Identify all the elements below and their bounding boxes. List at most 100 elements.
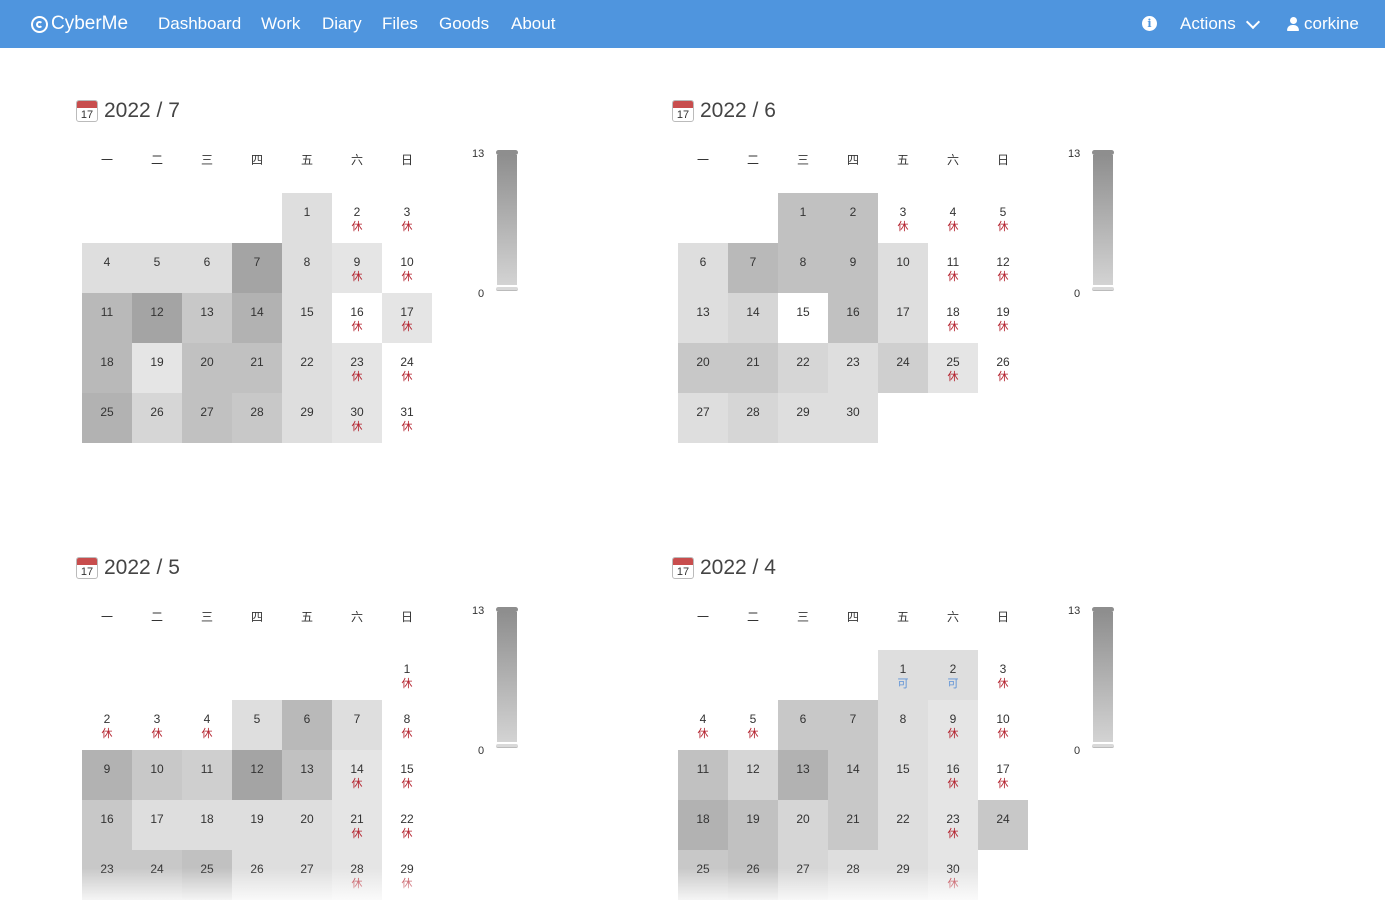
heat-scale-bar[interactable] bbox=[496, 150, 518, 292]
calendar-day-cell[interactable]: 7 bbox=[728, 243, 778, 293]
calendar-day-cell[interactable]: 16 休 bbox=[332, 293, 382, 343]
calendar-day-cell[interactable]: 11 bbox=[82, 293, 132, 343]
calendar-day-cell[interactable]: 23 休 bbox=[928, 800, 978, 850]
calendar-day-cell[interactable]: 3休 bbox=[132, 700, 182, 750]
scale-handle-bottom[interactable] bbox=[496, 744, 518, 748]
calendar-day-cell[interactable]: 16 休 bbox=[928, 750, 978, 800]
user-menu[interactable]: corkine bbox=[1287, 13, 1359, 35]
calendar-day-cell[interactable]: 12 bbox=[132, 293, 182, 343]
calendar-day-cell[interactable]: 1 bbox=[282, 193, 332, 243]
calendar-day-cell[interactable]: 25 bbox=[82, 393, 132, 443]
calendar-day-cell[interactable]: 24 休 bbox=[382, 343, 432, 393]
calendar-day-cell[interactable]: 30 bbox=[828, 393, 878, 443]
calendar-day-cell[interactable]: 23 bbox=[828, 343, 878, 393]
calendar-day-cell[interactable]: 20 bbox=[678, 343, 728, 393]
calendar-day-cell[interactable]: 5 bbox=[232, 700, 282, 750]
calendar-day-cell[interactable]: 15 bbox=[878, 750, 928, 800]
calendar-day-cell[interactable]: 28 bbox=[728, 393, 778, 443]
scale-handle-bottom[interactable] bbox=[1092, 744, 1114, 748]
calendar-day-cell[interactable]: 10 bbox=[132, 750, 182, 800]
calendar-day-cell[interactable]: 8休 bbox=[382, 700, 432, 750]
calendar-day-cell[interactable]: 28 bbox=[828, 850, 878, 900]
calendar-day-cell[interactable]: 13 bbox=[678, 293, 728, 343]
calendar-day-cell[interactable]: 16 bbox=[82, 800, 132, 850]
calendar-day-cell[interactable]: 11 休 bbox=[928, 243, 978, 293]
calendar-day-cell[interactable]: 22 休 bbox=[382, 800, 432, 850]
calendar-day-cell[interactable]: 11 bbox=[182, 750, 232, 800]
calendar-day-cell[interactable]: 6 bbox=[778, 700, 828, 750]
calendar-day-cell[interactable]: 14 bbox=[232, 293, 282, 343]
nav-link-about[interactable]: About bbox=[511, 13, 555, 35]
heat-scale-bar[interactable] bbox=[1092, 607, 1114, 749]
calendar-day-cell[interactable]: 22 bbox=[282, 343, 332, 393]
calendar-day-cell[interactable]: 3休 bbox=[382, 193, 432, 243]
brand-link[interactable]: CyberMe bbox=[31, 12, 128, 36]
calendar-day-cell[interactable]: 23 休 bbox=[332, 343, 382, 393]
calendar-day-cell[interactable]: 9 bbox=[82, 750, 132, 800]
calendar-day-cell[interactable]: 5休 bbox=[728, 700, 778, 750]
calendar-day-cell[interactable]: 13 bbox=[778, 750, 828, 800]
calendar-day-cell[interactable]: 1 bbox=[778, 193, 828, 243]
calendar-day-cell[interactable]: 29 bbox=[878, 850, 928, 900]
scale-handle-bottom[interactable] bbox=[1092, 287, 1114, 291]
scale-handle-bottom[interactable] bbox=[496, 287, 518, 291]
calendar-day-cell[interactable]: 1休 bbox=[382, 650, 432, 700]
calendar-day-cell[interactable]: 26 休 bbox=[978, 343, 1028, 393]
calendar-day-cell[interactable]: 21 bbox=[232, 343, 282, 393]
calendar-day-cell[interactable]: 3休 bbox=[978, 650, 1028, 700]
calendar-day-cell[interactable]: 15 bbox=[282, 293, 332, 343]
calendar-day-cell[interactable]: 4休 bbox=[678, 700, 728, 750]
calendar-day-cell[interactable]: 29 bbox=[778, 393, 828, 443]
calendar-day-cell[interactable]: 8 bbox=[778, 243, 828, 293]
calendar-day-cell[interactable]: 21 休 bbox=[332, 800, 382, 850]
nav-link-files[interactable]: Files bbox=[382, 13, 418, 35]
calendar-day-cell[interactable]: 16 bbox=[828, 293, 878, 343]
calendar-day-cell[interactable]: 20 bbox=[282, 800, 332, 850]
calendar-day-cell[interactable]: 10 bbox=[878, 243, 928, 293]
calendar-day-cell[interactable]: 18 bbox=[182, 800, 232, 850]
heat-scale-bar[interactable] bbox=[496, 607, 518, 749]
calendar-day-cell[interactable]: 30 休 bbox=[332, 393, 382, 443]
calendar-day-cell[interactable]: 18 bbox=[678, 800, 728, 850]
calendar-day-cell[interactable]: 15 休 bbox=[382, 750, 432, 800]
calendar-day-cell[interactable]: 4 bbox=[82, 243, 132, 293]
calendar-day-cell[interactable]: 7 bbox=[332, 700, 382, 750]
info-icon[interactable]: i bbox=[1142, 16, 1157, 31]
calendar-day-cell[interactable]: 3休 bbox=[878, 193, 928, 243]
calendar-day-cell[interactable]: 26 bbox=[728, 850, 778, 900]
calendar-day-cell[interactable]: 12 休 bbox=[978, 243, 1028, 293]
calendar-day-cell[interactable]: 19 bbox=[232, 800, 282, 850]
calendar-day-cell[interactable]: 27 bbox=[778, 850, 828, 900]
calendar-day-cell[interactable]: 2休 bbox=[332, 193, 382, 243]
calendar-day-cell[interactable]: 27 bbox=[678, 393, 728, 443]
calendar-day-cell[interactable]: 4休 bbox=[182, 700, 232, 750]
calendar-day-cell[interactable]: 31 休 bbox=[382, 393, 432, 443]
calendar-day-cell[interactable]: 13 bbox=[282, 750, 332, 800]
calendar-day-cell[interactable]: 12 bbox=[728, 750, 778, 800]
calendar-day-cell[interactable]: 10 休 bbox=[978, 700, 1028, 750]
calendar-day-cell[interactable]: 19 bbox=[132, 343, 182, 393]
calendar-day-cell[interactable]: 17 休 bbox=[978, 750, 1028, 800]
nav-link-dashboard[interactable]: Dashboard bbox=[158, 13, 241, 35]
calendar-day-cell[interactable]: 15 bbox=[778, 293, 828, 343]
calendar-day-cell[interactable]: 12 bbox=[232, 750, 282, 800]
nav-link-work[interactable]: Work bbox=[261, 13, 300, 35]
actions-dropdown[interactable]: Actions bbox=[1180, 13, 1260, 35]
calendar-day-cell[interactable]: 14 bbox=[728, 293, 778, 343]
calendar-day-cell[interactable]: 18 bbox=[82, 343, 132, 393]
calendar-day-cell[interactable]: 17 bbox=[878, 293, 928, 343]
calendar-day-cell[interactable]: 24 bbox=[132, 850, 182, 900]
nav-link-goods[interactable]: Goods bbox=[439, 13, 489, 35]
calendar-day-cell[interactable]: 6 bbox=[282, 700, 332, 750]
calendar-day-cell[interactable]: 9 bbox=[828, 243, 878, 293]
heat-scale-bar[interactable] bbox=[1092, 150, 1114, 292]
calendar-day-cell[interactable]: 19 bbox=[728, 800, 778, 850]
calendar-day-cell[interactable]: 5 bbox=[132, 243, 182, 293]
calendar-day-cell[interactable]: 7 bbox=[828, 700, 878, 750]
calendar-day-cell[interactable]: 29 休 bbox=[382, 850, 432, 900]
calendar-day-cell[interactable]: 2可 bbox=[928, 650, 978, 700]
calendar-day-cell[interactable]: 2 bbox=[828, 193, 878, 243]
calendar-day-cell[interactable]: 24 bbox=[978, 800, 1028, 850]
calendar-day-cell[interactable]: 5休 bbox=[978, 193, 1028, 243]
calendar-day-cell[interactable]: 13 bbox=[182, 293, 232, 343]
